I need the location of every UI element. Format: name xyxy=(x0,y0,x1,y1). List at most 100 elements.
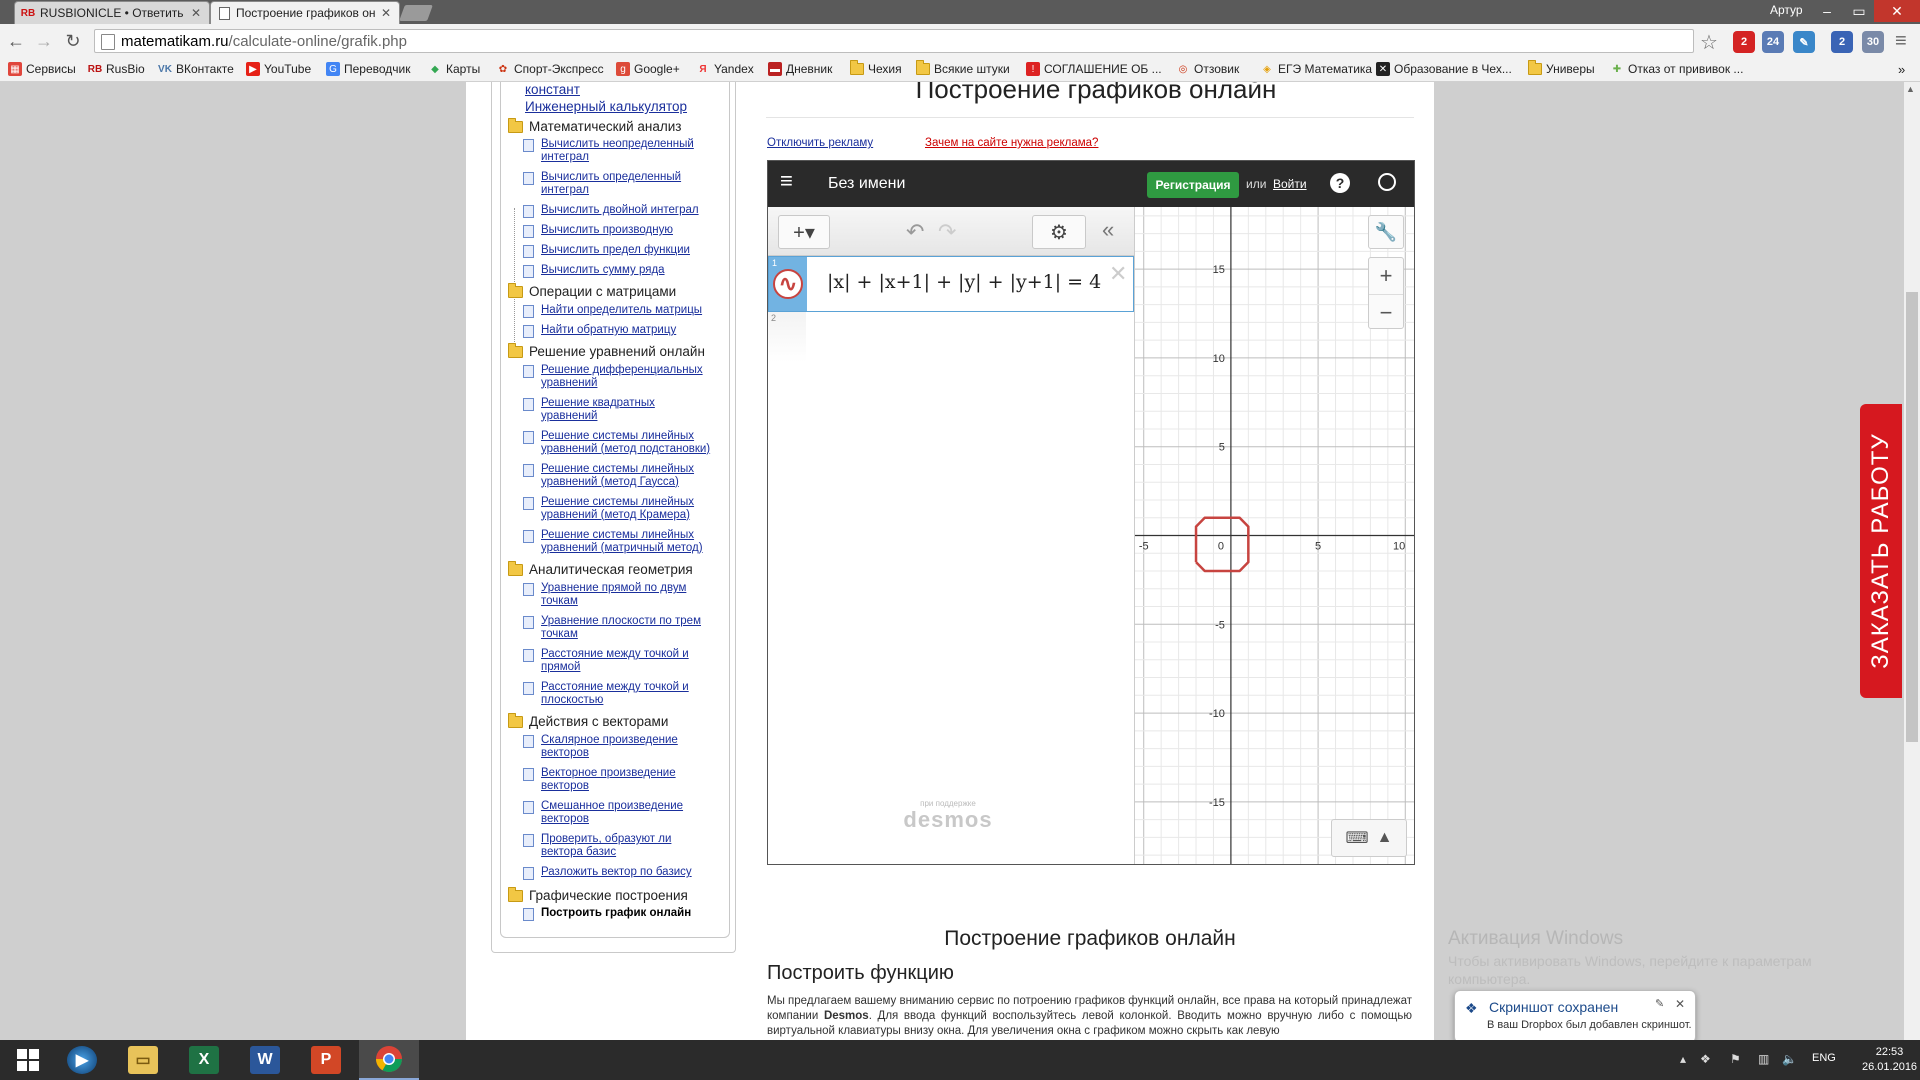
bookmarks-overflow-icon[interactable]: » xyxy=(1898,62,1905,77)
desmos-logo[interactable]: desmos xyxy=(898,807,998,833)
menu-item[interactable]: Разложить вектор по базису xyxy=(523,866,692,880)
menu-item[interactable]: Скалярное произведение векторов xyxy=(523,734,678,759)
menu-item[interactable]: Решение системы линейных уравнений (мето… xyxy=(523,430,710,455)
menu-item[interactable]: Смешанное произведение векторов xyxy=(523,800,683,825)
maximize-button[interactable]: ▭ xyxy=(1844,0,1874,22)
keyboard-toggle[interactable]: ⌨ ▲ xyxy=(1331,819,1407,857)
file-explorer-icon[interactable]: ▭ xyxy=(115,1040,171,1080)
scroll-up-icon[interactable]: ▲ xyxy=(1906,84,1915,94)
tray-chevron-icon[interactable]: ▴ xyxy=(1680,1052,1686,1066)
zoom-in-button[interactable]: + xyxy=(1369,258,1403,293)
clock[interactable]: 22:53 26.01.2016 xyxy=(1862,1045,1917,1075)
bookmark-vk[interactable]: VK ВКонтакте xyxy=(158,62,234,76)
network-icon[interactable]: ▥ xyxy=(1758,1052,1769,1066)
expression-row[interactable]: 1 ∿ |x| + |x+1| + |y| + |y+1| = 4 ✕ xyxy=(768,256,1134,312)
bookmark-czech[interactable]: Чехия xyxy=(850,60,902,76)
new-tab-button[interactable] xyxy=(399,5,433,21)
tab-grafik[interactable]: Построение графиков он ✕ xyxy=(210,1,400,24)
volume-icon[interactable]: 🔈 xyxy=(1782,1052,1797,1066)
login-link[interactable]: Войти xyxy=(1273,177,1307,191)
bookmark-gplus[interactable]: g Google+ xyxy=(616,62,680,76)
bookmark-edu[interactable]: ✕ Образование в Чех... xyxy=(1376,62,1512,76)
menu-item[interactable]: Вычислить двойной интеграл xyxy=(523,204,699,218)
feather-icon[interactable]: ✎ xyxy=(1793,31,1815,53)
globe-icon[interactable] xyxy=(1378,173,1396,191)
menu-category-graphs[interactable]: Графические построения xyxy=(508,886,688,903)
windows-start-icon[interactable] xyxy=(0,1040,56,1080)
menu-item[interactable]: Решение системы линейных уравнений (мето… xyxy=(523,463,694,488)
word-icon[interactable]: W xyxy=(237,1040,293,1080)
menu-category-vectors[interactable]: Действия с векторами xyxy=(508,712,668,729)
pin-icon[interactable]: ✎ xyxy=(1655,997,1664,1010)
bookmark-yandex[interactable]: Я Yandex xyxy=(696,62,753,76)
menu-icon[interactable]: ≡ xyxy=(1895,30,1907,53)
minimize-button[interactable]: – xyxy=(1812,0,1842,22)
menu-item[interactable]: Расстояние между точкой и плоскостью xyxy=(523,681,689,706)
menu-category-geometry[interactable]: Аналитическая геометрия xyxy=(508,560,693,577)
language-indicator[interactable]: ENG xyxy=(1812,1052,1836,1064)
close-tab-icon[interactable]: ✕ xyxy=(189,6,203,20)
wrench-icon[interactable]: 🔧 xyxy=(1368,215,1404,249)
menu-item[interactable]: Уравнение прямой по двум точкам xyxy=(523,582,686,607)
mail-icon[interactable]: 30 xyxy=(1862,31,1884,53)
close-tab-icon[interactable]: ✕ xyxy=(379,6,393,20)
menu-category-matrices[interactable]: Операции с матрицами xyxy=(508,282,676,299)
menu-item-current[interactable]: Построить график онлайн xyxy=(523,907,691,921)
menu-category-analysis[interactable]: Математический анализ xyxy=(508,117,681,134)
menu-item[interactable]: Решение дифференциальных уравнений xyxy=(523,364,703,389)
help-icon[interactable]: ? xyxy=(1330,173,1350,193)
menu-item[interactable]: Найти определитель матрицы xyxy=(523,304,702,318)
disable-ads-link[interactable]: Отключить рекламу xyxy=(767,137,873,149)
back-button[interactable]: ← xyxy=(5,30,27,52)
reload-button[interactable]: ↻ xyxy=(62,30,84,52)
scrollbar-thumb[interactable] xyxy=(1906,292,1918,742)
menu-item[interactable]: Решение квадратных уравнений xyxy=(523,397,655,422)
bookmark-diary[interactable]: ▬ Дневник xyxy=(768,62,832,76)
order-work-button[interactable]: ЗАКАЗАТЬ РАБОТУ xyxy=(1860,404,1902,698)
bookmark-youtube[interactable]: ▶ YouTube xyxy=(246,62,311,76)
powerpoint-icon[interactable]: P xyxy=(298,1040,354,1080)
page-info-icon[interactable] xyxy=(101,34,115,50)
graph-style-icon[interactable]: ∿ xyxy=(773,269,803,299)
graph-title[interactable]: Без имени xyxy=(828,175,905,193)
address-bar[interactable]: matematikam.ru/calculate-online/grafik.p… xyxy=(94,29,1694,53)
bookmark-sport[interactable]: ✿ Спорт-Экспресс xyxy=(496,62,604,76)
menu-item[interactable]: Уравнение плоскости по трем точкам xyxy=(523,615,701,640)
dropbox-notification[interactable]: ❖ Скриншот сохранен В ваш Dropbox был до… xyxy=(1454,990,1696,1043)
profile-name[interactable]: Артур xyxy=(1770,3,1803,17)
menu-item[interactable]: Решение системы линейных уравнений (мето… xyxy=(523,496,694,521)
menu-item[interactable]: Проверить, образуют ли вектора базис xyxy=(523,833,671,858)
bookmark-otzovik[interactable]: ◎ Отзовик xyxy=(1176,62,1240,76)
bookmark-vaccines[interactable]: ✚ Отказ от прививок ... xyxy=(1610,62,1744,76)
redo-icon[interactable]: ↷ xyxy=(938,219,956,245)
expression-formula[interactable]: |x| + |x+1| + |y| + |y+1| = 4 xyxy=(827,271,1101,293)
bookmark-agreement[interactable]: ! СОГЛАШЕНИЕ ОБ ... xyxy=(1026,62,1162,76)
close-notification-icon[interactable]: ✕ xyxy=(1675,997,1685,1011)
close-window-button[interactable]: ✕ xyxy=(1874,0,1920,22)
forward-button[interactable]: → xyxy=(33,30,55,52)
menu-item[interactable]: Вычислить неопределенный интеграл xyxy=(523,138,694,163)
menu-link-engineering-calculator[interactable]: Инженерный калькулятор xyxy=(525,99,687,114)
media-player-icon[interactable]: ▶ xyxy=(54,1040,110,1080)
cloud-icon[interactable]: 24 xyxy=(1762,31,1784,53)
register-button[interactable]: Регистрация xyxy=(1147,172,1239,198)
settings-gear-icon[interactable]: ⚙ xyxy=(1032,215,1086,249)
menu-item[interactable]: Найти обратную матрицу xyxy=(523,324,676,338)
bookmark-services[interactable]: ▦ Сервисы xyxy=(8,62,76,76)
menu-item[interactable]: Вычислить определенный интеграл xyxy=(523,171,681,196)
menu-item[interactable]: Вычислить предел функции xyxy=(523,244,690,258)
menu-category-equations[interactable]: Решение уравнений онлайн xyxy=(508,342,705,359)
bookmark-maps[interactable]: ◆ Карты xyxy=(428,62,480,76)
bookmark-ege[interactable]: ◈ ЕГЭ Математика xyxy=(1260,62,1372,76)
bookmark-stuff[interactable]: Всякие штуки xyxy=(916,60,1010,76)
hamburger-menu-icon[interactable]: ≡ xyxy=(780,170,802,193)
undo-icon[interactable]: ↶ xyxy=(906,219,924,245)
bookmark-univers[interactable]: Универы xyxy=(1528,60,1595,76)
chrome-icon[interactable] xyxy=(359,1040,419,1080)
menu-item[interactable]: Расстояние между точкой и прямой xyxy=(523,648,689,673)
excel-icon[interactable]: X xyxy=(176,1040,232,1080)
dropbox-tray-icon[interactable]: ❖ xyxy=(1700,1052,1711,1066)
menu-item[interactable]: Вычислить сумму ряда xyxy=(523,264,665,278)
flag-icon[interactable]: ⚑ xyxy=(1730,1052,1741,1066)
why-ads-link[interactable]: Зачем на сайте нужна реклама? xyxy=(925,137,1098,149)
